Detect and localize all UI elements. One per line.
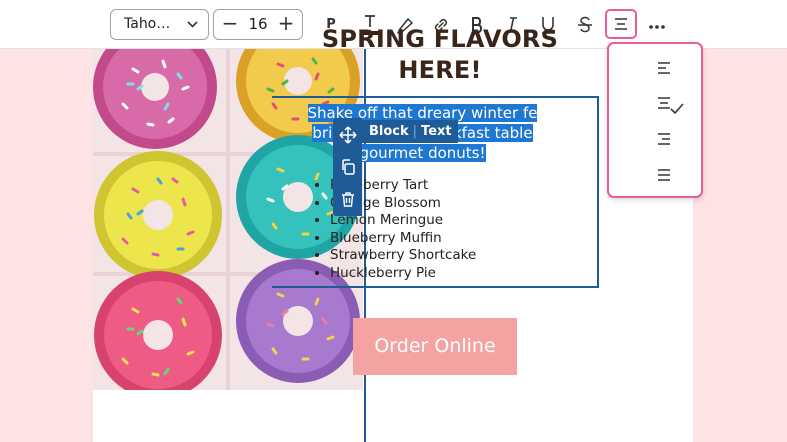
badge-separator: | <box>412 124 418 139</box>
more-horizontal-icon <box>649 24 665 29</box>
headline[interactable]: SPRING FLAVORS HERE! <box>280 24 600 86</box>
align-center-icon <box>658 97 670 109</box>
font-size-value[interactable]: 16 <box>242 10 274 39</box>
list-item: Huckleberry Pie <box>330 265 476 283</box>
list-item: Blueberry Muffin <box>330 230 476 248</box>
block-type-badge: Block | Text <box>361 120 458 143</box>
align-justify-option[interactable] <box>609 158 701 192</box>
decrease-font-size-button[interactable]: − <box>218 10 242 39</box>
delete-block-button[interactable] <box>333 184 362 214</box>
align-left-icon <box>658 62 670 74</box>
text-align-button[interactable] <box>605 9 637 39</box>
align-left-option[interactable] <box>609 51 701 85</box>
font-family-select[interactable]: Taho… <box>110 9 209 40</box>
align-center-option[interactable] <box>609 86 701 120</box>
move-block-button[interactable] <box>333 120 362 150</box>
move-icon <box>338 126 357 144</box>
duplicate-block-button[interactable] <box>333 152 362 182</box>
chevron-down-icon <box>186 10 199 50</box>
order-online-button[interactable]: Order Online <box>353 318 517 375</box>
block-side-tools <box>333 118 362 216</box>
block-name: Text <box>421 124 452 139</box>
duplicate-icon <box>341 159 355 175</box>
more-options-button[interactable] <box>642 10 672 39</box>
list-item: Strawberry Shortcake <box>330 247 476 265</box>
text-align-menu <box>607 42 703 198</box>
align-right-option[interactable] <box>609 122 701 156</box>
align-justify-icon <box>658 169 670 181</box>
trash-icon <box>341 192 354 207</box>
block-label: Block <box>369 124 409 139</box>
align-right-icon <box>658 133 670 145</box>
font-family-value: Taho… <box>124 16 171 32</box>
align-center-icon <box>615 18 627 30</box>
